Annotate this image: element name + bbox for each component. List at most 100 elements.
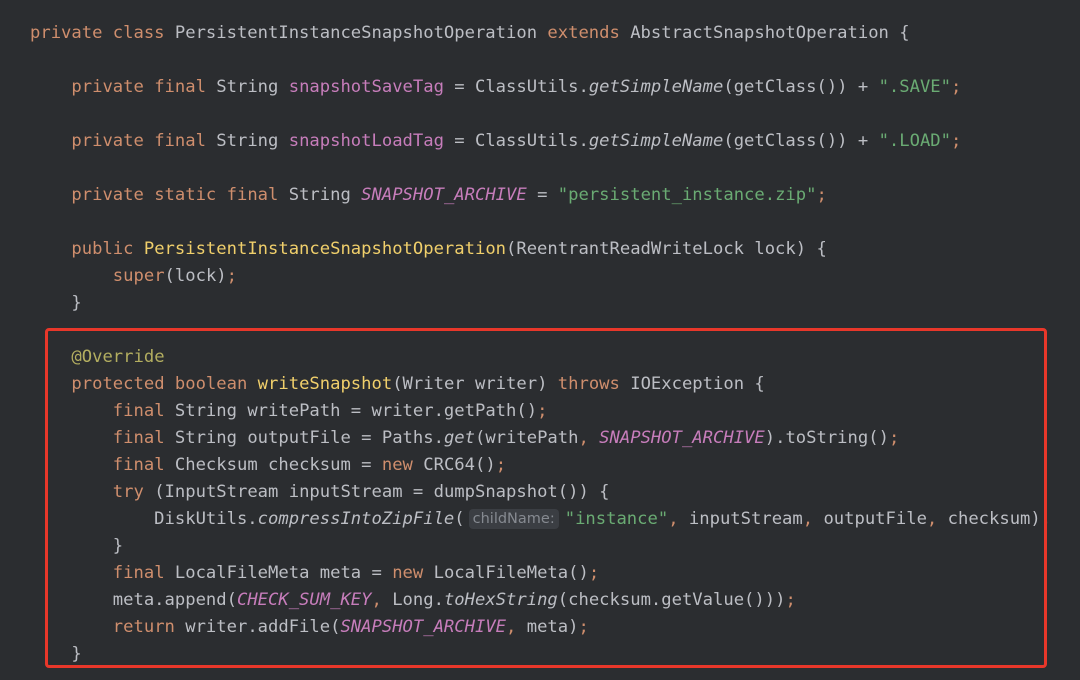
code-line: final String writePath = writer.getPath(… (30, 398, 548, 425)
code-token: String writePath = writer.getPath() (174, 401, 538, 421)
code-token: IOException { (630, 374, 765, 394)
code-token: (getClass()) + (723, 77, 879, 97)
code-token: toHexString (443, 590, 558, 610)
code-token: ".LOAD" (878, 131, 951, 151)
code-token: protected boolean (71, 374, 258, 394)
code-token: String (288, 185, 362, 205)
code-token: , (578, 428, 600, 448)
code-token: = ClassUtils. (443, 131, 589, 151)
code-token: get (443, 428, 475, 448)
code-line: final String outputFile = Paths.get(writ… (30, 425, 900, 452)
code-token: ).toString() (764, 428, 889, 448)
code-token: final (112, 401, 175, 421)
code-token: private class (30, 23, 175, 43)
code-token: ; (951, 131, 962, 151)
code-token: } (30, 293, 82, 313)
code-token: ; (226, 266, 237, 286)
code-token: final (112, 455, 175, 475)
code-line: private class PersistentInstanceSnapshot… (30, 20, 910, 47)
code-line: protected boolean writeSnapshot(Writer w… (30, 371, 765, 398)
code-token: SNAPSHOT_ARCHIVE (340, 617, 507, 637)
code-token: , (506, 617, 527, 637)
code-token: SNAPSHOT_ARCHIVE (599, 428, 765, 448)
code-line: public PersistentInstanceSnapshotOperati… (30, 236, 827, 263)
code-token: "persistent_instance.zip" (557, 185, 817, 205)
code-token: Checksum checksum = (174, 455, 382, 475)
code-line: private final String snapshotSaveTag = C… (30, 74, 961, 101)
code-token: writeSnapshot (257, 374, 393, 394)
code-line: meta.append(CHECK_SUM_KEY, Long.toHexStr… (30, 587, 796, 614)
code-token: LocalFileMeta() (433, 563, 589, 583)
code-token: ; (588, 563, 600, 583)
code-token: , (926, 509, 948, 529)
code-token: String (216, 77, 289, 97)
code-token: , (802, 509, 824, 529)
code-token: ; (888, 428, 900, 448)
code-line: DiskUtils.compressIntoZipFile(childName:… (30, 506, 1051, 533)
code-token: ; (816, 185, 827, 205)
code-token: ".SAVE" (878, 77, 951, 97)
code-token: inputStream (688, 509, 803, 529)
code-token: } (30, 644, 82, 664)
code-token: final (112, 563, 175, 583)
code-token: public (71, 239, 144, 259)
code-token: (getClass()) + (723, 131, 879, 151)
code-token: CRC64() (423, 455, 496, 475)
code-token: Long. (392, 590, 444, 610)
code-token: String outputFile = Paths. (174, 428, 444, 448)
code-token: (InputStream inputStream = dumpSnapshot(… (154, 482, 610, 502)
code-token: new (392, 563, 434, 583)
code-token: super (112, 266, 165, 286)
code-token: , (371, 590, 393, 610)
parameter-name-hint: childName: (468, 509, 559, 529)
code-line: private final String snapshotLoadTag = C… (30, 128, 961, 155)
code-token: ; (951, 77, 962, 97)
code-token: checksum) (947, 509, 1041, 529)
code-token: return (112, 617, 186, 637)
code-token: final (112, 428, 175, 448)
code-token: ; (495, 455, 507, 475)
code-line: } (30, 533, 123, 560)
code-token: try (112, 482, 155, 502)
code-token: private static final (71, 185, 289, 205)
code-token: , (668, 509, 689, 529)
code-line: try (InputStream inputStream = dumpSnaps… (30, 479, 610, 506)
code-token: = (526, 185, 558, 205)
code-token: @Override (71, 347, 165, 367)
code-token: ; (578, 617, 589, 637)
code-token: ; (1040, 509, 1052, 529)
code-line: final Checksum checksum = new CRC64(); (30, 452, 506, 479)
code-token: AbstractSnapshotOperation { (630, 23, 910, 43)
code-token: } (30, 536, 124, 556)
code-token: compressIntoZipFile (257, 509, 455, 529)
code-token: outputFile (823, 509, 927, 529)
code-line: } (30, 290, 82, 317)
code-token: ; (785, 590, 796, 610)
code-token: PersistentInstanceSnapshotOperation (174, 23, 548, 43)
code-token: private final (71, 131, 217, 151)
code-line: super(lock); (30, 263, 237, 290)
code-token: DiskUtils. (30, 509, 258, 529)
code-token: "instance" (564, 509, 669, 529)
code-token: CHECK_SUM_KEY (236, 590, 372, 610)
code-editor[interactable]: private class PersistentInstanceSnapshot… (0, 0, 1080, 680)
code-token: (ReentrantReadWriteLock lock) { (506, 239, 827, 259)
code-token: writer.addFile( (185, 617, 341, 637)
code-token: ( (454, 509, 465, 529)
code-token: getSimpleName (588, 131, 724, 151)
code-token: LocalFileMeta meta = (174, 563, 393, 583)
code-token: meta.append( (30, 590, 237, 610)
code-line: private static final String SNAPSHOT_ARC… (30, 182, 827, 209)
code-token: ; (537, 401, 548, 421)
code-token: getSimpleName (588, 77, 724, 97)
code-line: final LocalFileMeta meta = new LocalFile… (30, 560, 599, 587)
